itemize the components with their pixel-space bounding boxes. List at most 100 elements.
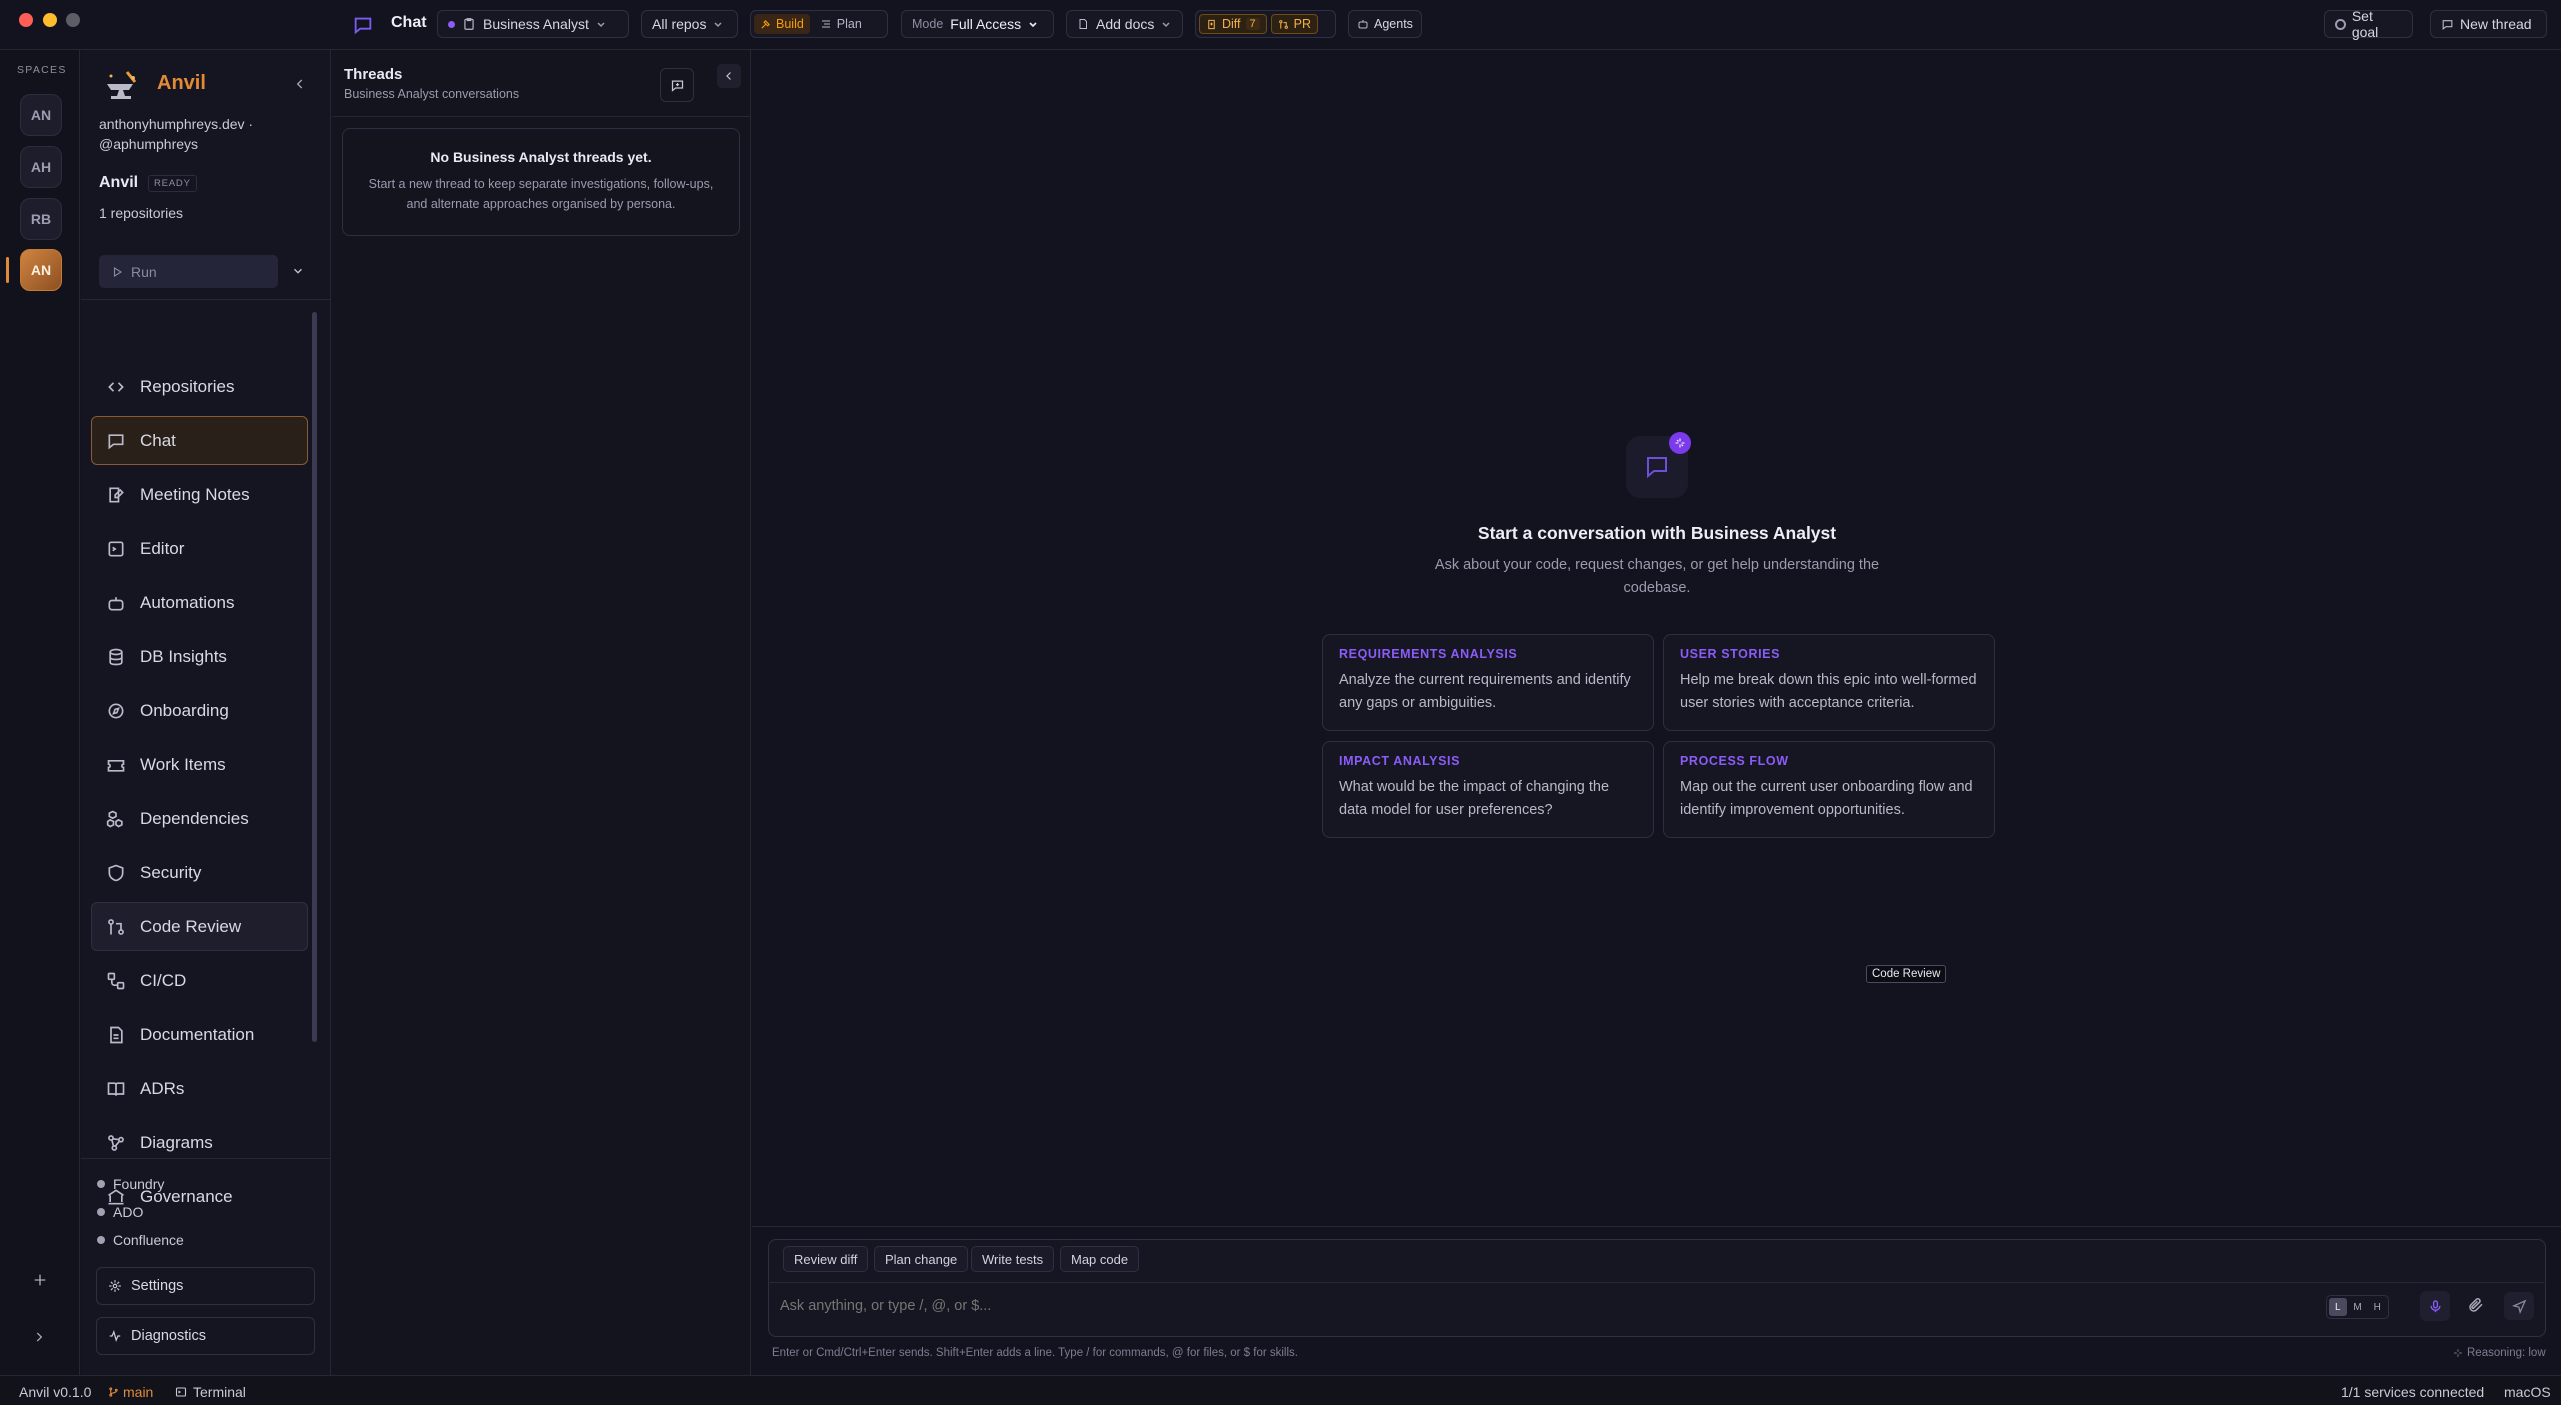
status-dot	[97, 1208, 105, 1216]
nav-security[interactable]: Security	[91, 848, 308, 897]
settings-button[interactable]: Settings	[96, 1267, 315, 1305]
nav-label: Meeting Notes	[140, 484, 250, 504]
integration-foundry[interactable]: Foundry	[97, 1176, 164, 1192]
zoom-window-button[interactable]	[66, 13, 80, 27]
mode-select[interactable]: Mode Full Access	[901, 10, 1054, 38]
nav-documentation[interactable]: Documentation	[91, 1010, 308, 1059]
integration-ado[interactable]: ADO	[97, 1204, 143, 1220]
empty-state-subheading: Ask about your code, request changes, or…	[1434, 557, 1880, 596]
space-an-active[interactable]: AN	[20, 249, 62, 291]
compass-icon	[108, 703, 124, 718]
status-badge: READY	[148, 175, 197, 192]
diff-pr-group: Diff 7 PR	[1195, 10, 1336, 38]
integration-confluence[interactable]: Confluence	[97, 1232, 184, 1248]
note-icon	[109, 487, 124, 502]
nav-editor[interactable]: Editor	[91, 524, 308, 573]
suggestion-card-requirements[interactable]: REQUIREMENTS ANALYSIS Analyze the curren…	[1322, 634, 1654, 731]
nav-meeting-notes[interactable]: Meeting Notes	[91, 470, 308, 519]
document-icon	[1079, 19, 1087, 29]
card-title: PROCESS FLOW	[1680, 754, 1789, 768]
activity-icon	[109, 1330, 121, 1342]
gear-icon	[109, 1280, 121, 1292]
send-icon[interactable]	[2504, 1292, 2534, 1320]
repo-count: 1 repositories	[99, 205, 184, 221]
nav-work-items[interactable]: Work Items	[91, 740, 308, 789]
space-rb[interactable]: RB	[20, 198, 62, 240]
run-button[interactable]: Run	[99, 255, 278, 288]
chevron-right-icon[interactable]	[32, 1330, 46, 1344]
card-title: USER STORIES	[1680, 647, 1781, 661]
persona-select[interactable]: Business Analyst	[437, 10, 629, 38]
chat-icon	[108, 433, 124, 449]
minimize-window-button[interactable]	[43, 13, 57, 27]
terminal-button[interactable]: Terminal	[175, 1384, 246, 1400]
repos-select[interactable]: All repos	[641, 10, 738, 38]
branch-indicator[interactable]: main	[108, 1384, 153, 1400]
sidebar-scrollbar[interactable]	[312, 312, 317, 1042]
microphone-icon[interactable]	[2420, 1291, 2450, 1321]
nav-chat[interactable]: Chat	[91, 416, 308, 465]
spaces-rail: SPACES AN AH RB AN	[0, 50, 80, 1375]
nav-repositories[interactable]: Repositories	[91, 362, 308, 411]
nav-db-insights[interactable]: DB Insights	[91, 632, 308, 681]
quick-action-review-diff[interactable]: Review diff	[783, 1246, 869, 1272]
space-ah[interactable]: AH	[20, 146, 62, 188]
nav-label: Automations	[140, 592, 235, 612]
suggestion-card-user-stories[interactable]: USER STORIES Help me break down this epi…	[1663, 634, 1995, 731]
set-goal-button[interactable]: Set goal	[2324, 8, 2413, 40]
agents-button[interactable]: Agents	[1348, 10, 1422, 38]
size-l-button[interactable]: L	[2329, 1298, 2347, 1316]
git-pull-icon	[108, 918, 124, 935]
suggestion-card-impact[interactable]: IMPACT ANALYSIS What would be the impact…	[1322, 741, 1654, 838]
chat-main: Start a conversation with Business Analy…	[752, 50, 2561, 1375]
page-title: Chat	[391, 14, 427, 31]
nav-diagrams[interactable]: Diagrams	[91, 1118, 308, 1167]
plan-button[interactable]: Plan	[814, 14, 868, 34]
card-body: Map out the current user onboarding flow…	[1680, 779, 1973, 818]
composer-hint: Enter or Cmd/Ctrl+Enter sends. Shift+Ent…	[772, 1347, 1298, 1359]
nav-dependencies[interactable]: Dependencies	[91, 794, 308, 843]
suggestion-card-process-flow[interactable]: PROCESS FLOW Map out the current user on…	[1663, 741, 1995, 838]
bot-icon	[1358, 20, 1368, 29]
tooltip: Code Review	[1866, 965, 1947, 983]
size-h-button[interactable]: H	[2368, 1298, 2386, 1316]
nav-code-review[interactable]: Code Review	[91, 902, 308, 951]
space-an[interactable]: AN	[20, 94, 62, 136]
card-body: Help me break down this epic into well-f…	[1680, 672, 1977, 711]
new-thread-button[interactable]: New thread	[2430, 10, 2547, 38]
boxes-icon	[106, 810, 123, 827]
quick-action-write-tests[interactable]: Write tests	[971, 1246, 1055, 1272]
add-space-icon[interactable]	[28, 1268, 52, 1292]
size-m-button[interactable]: M	[2349, 1298, 2367, 1316]
terminal-label: Terminal	[193, 1384, 246, 1400]
nav-adrs[interactable]: ADRs	[91, 1064, 308, 1113]
new-thread-icon-button[interactable]	[660, 68, 694, 102]
collapse-threads-icon[interactable]	[717, 64, 741, 88]
build-button[interactable]: Build	[754, 14, 810, 34]
chat-input[interactable]	[780, 1293, 2280, 1319]
nav-ci-cd[interactable]: CI/CD	[91, 956, 308, 1005]
diff-button[interactable]: Diff 7	[1199, 14, 1267, 34]
threads-title: Threads	[344, 66, 403, 83]
collapse-sidebar-icon[interactable]	[293, 77, 307, 91]
run-options-chevron-icon[interactable]	[291, 264, 305, 278]
services-status[interactable]: 1/1 services connected	[2341, 1384, 2484, 1400]
pr-button[interactable]: PR	[1270, 14, 1319, 34]
add-docs-button[interactable]: Add docs	[1066, 10, 1183, 38]
diagnostics-button[interactable]: Diagnostics	[96, 1317, 315, 1355]
divider	[81, 299, 331, 300]
nav-onboarding[interactable]: Onboarding	[91, 686, 308, 735]
plan-label: Plan	[836, 17, 862, 31]
close-window-button[interactable]	[19, 13, 33, 27]
nav-label: ADRs	[140, 1078, 185, 1098]
git-branch-icon	[109, 1387, 118, 1397]
paperclip-icon[interactable]	[2467, 1296, 2485, 1314]
nav-list: Repositories Chat Meeting Notes Editor A…	[81, 310, 331, 1205]
quick-action-plan-change[interactable]: Plan change	[874, 1246, 969, 1272]
divider	[768, 1282, 2546, 1283]
list-icon	[821, 20, 830, 28]
nav-automations[interactable]: Automations	[91, 578, 308, 627]
quick-action-map-code[interactable]: Map code	[1060, 1246, 1140, 1272]
integration-label: Confluence	[113, 1232, 184, 1248]
reasoning-indicator[interactable]: Reasoning: low	[2453, 1347, 2546, 1359]
